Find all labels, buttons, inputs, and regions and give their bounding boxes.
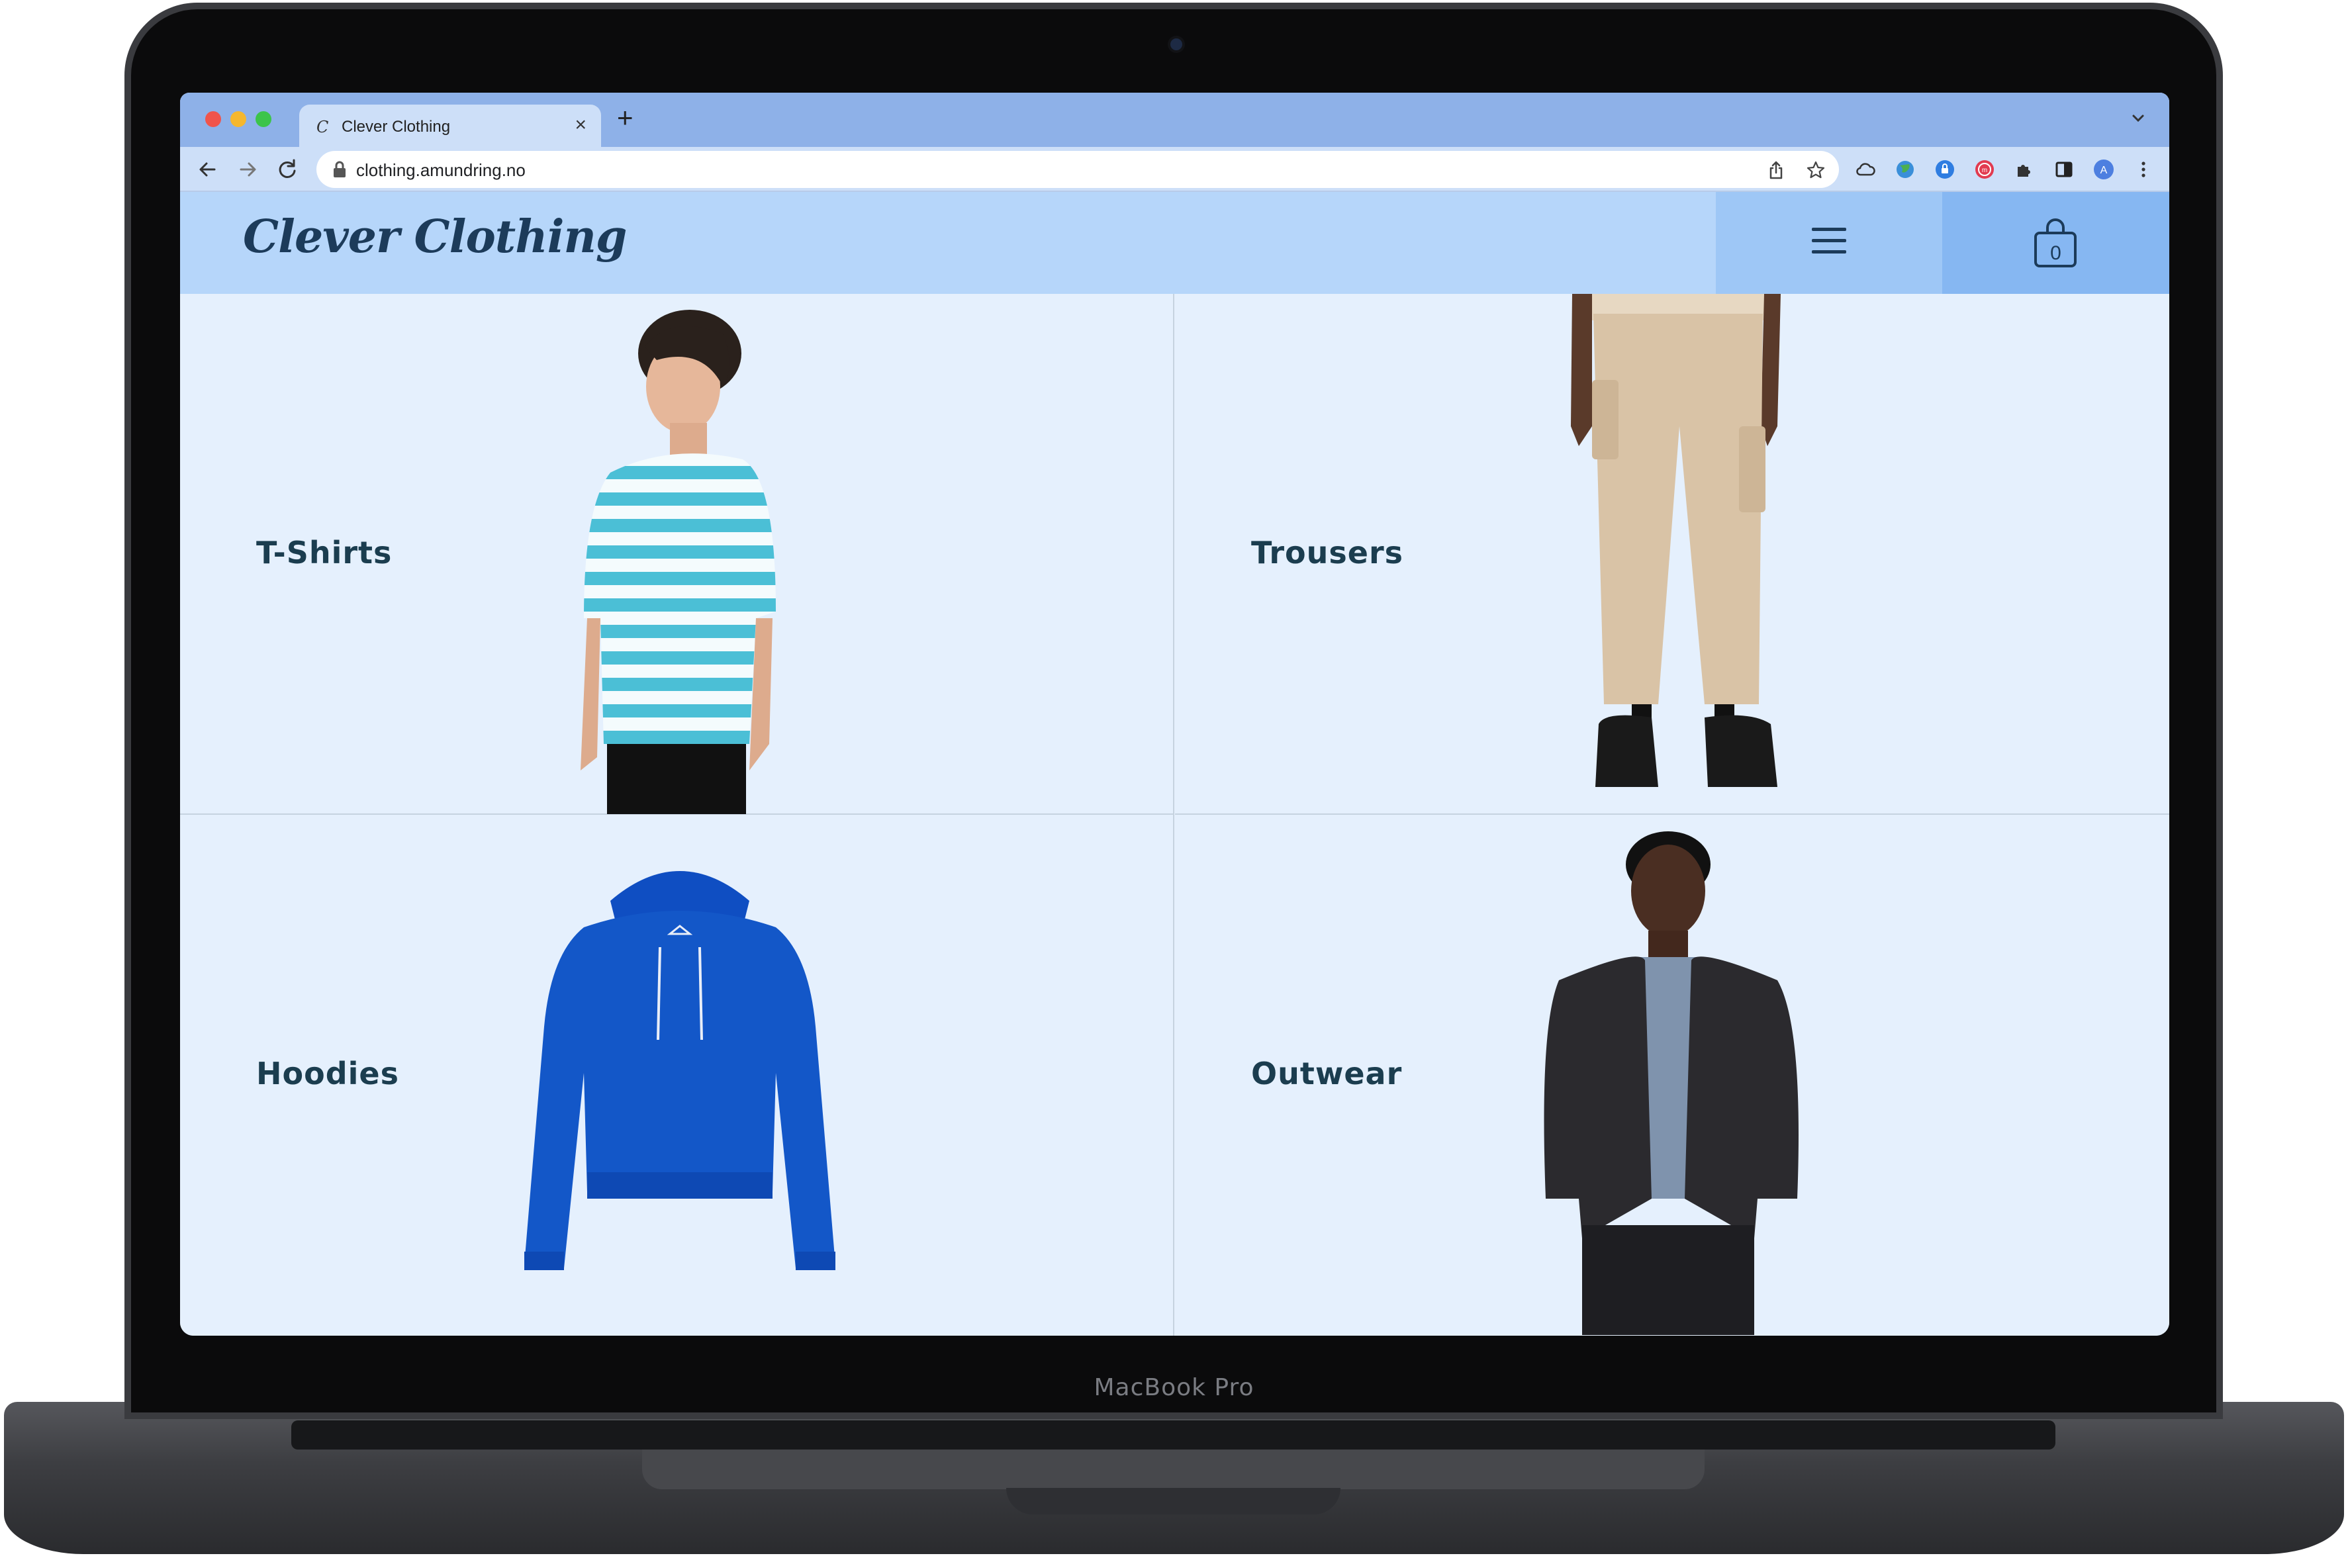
- sidebar-icon[interactable]: [2053, 159, 2075, 180]
- svg-text:m: m: [1982, 167, 1987, 174]
- chevron-down-icon[interactable]: [2130, 110, 2147, 127]
- lock-icon: [334, 161, 346, 177]
- reload-icon[interactable]: [274, 156, 301, 183]
- minimize-window-button[interactable]: [230, 111, 246, 127]
- category-label: T-Shirts: [256, 535, 393, 571]
- keyboard-strip: [291, 1420, 2055, 1450]
- m-extension-icon[interactable]: m: [1974, 159, 1995, 180]
- site-header: Clever Clothing 0: [180, 192, 2169, 294]
- forward-icon[interactable]: [234, 156, 261, 183]
- category-label: Hoodies: [256, 1056, 399, 1091]
- category-hoodies[interactable]: Hoodies: [180, 815, 1174, 1336]
- category-label: Trousers: [1251, 535, 1404, 571]
- bookmark-star-icon[interactable]: [1806, 160, 1826, 180]
- blue-hoodie-icon: [524, 871, 835, 1270]
- category-tshirts[interactable]: T-Shirts: [180, 294, 1174, 815]
- close-window-button[interactable]: [205, 111, 221, 127]
- category-outwear[interactable]: Outwear: [1175, 815, 2169, 1336]
- browser-toolbar: clothing.amundring.no m A: [180, 147, 2169, 192]
- more-options-icon[interactable]: [2133, 159, 2154, 180]
- globe-extension-icon[interactable]: [1895, 159, 1916, 180]
- url-text: clothing.amundring.no: [356, 160, 526, 180]
- beige-trousers-model-icon: [1571, 294, 1781, 787]
- new-tab-button[interactable]: +: [617, 102, 634, 134]
- profile-avatar-icon[interactable]: A: [2093, 159, 2114, 180]
- category-label: Outwear: [1251, 1056, 1403, 1091]
- category-grid: T-Shirts Trousers Hoodies Outwear: [180, 294, 2169, 1336]
- cloud-extension-icon[interactable]: [1855, 159, 1876, 180]
- striped-tshirt-model-icon: [581, 310, 776, 814]
- browser-tabbar: C Clever Clothing × +: [180, 93, 2169, 147]
- back-icon[interactable]: [195, 156, 221, 183]
- hamburger-icon: [1812, 228, 1846, 254]
- site-logo[interactable]: Clever Clothing: [243, 210, 627, 263]
- laptop-notch: [1006, 1488, 1340, 1514]
- category-trousers[interactable]: Trousers: [1175, 294, 2169, 815]
- share-icon[interactable]: [1766, 160, 1786, 180]
- svg-text:A: A: [2100, 165, 2108, 176]
- browser-tab[interactable]: C Clever Clothing ×: [299, 105, 601, 147]
- address-bar[interactable]: clothing.amundring.no: [316, 151, 1839, 188]
- tab-title: Clever Clothing: [342, 118, 451, 136]
- menu-button[interactable]: [1716, 192, 1942, 294]
- corduroy-jacket-model-icon: [1544, 831, 1799, 1335]
- password-extension-icon[interactable]: [1934, 159, 1955, 180]
- puzzle-icon[interactable]: [2014, 159, 2035, 180]
- tab-close-icon[interactable]: ×: [575, 114, 587, 136]
- trackpad-edge: [642, 1450, 1705, 1489]
- cart-button[interactable]: 0: [1942, 192, 2169, 294]
- device-label: MacBook Pro: [1094, 1374, 1254, 1401]
- camera-icon: [1170, 38, 1182, 50]
- favicon-icon: C: [316, 118, 329, 136]
- maximize-window-button[interactable]: [256, 111, 271, 127]
- cart-count: 0: [2050, 242, 2061, 264]
- screen: C Clever Clothing × + clothing.amundring…: [180, 93, 2169, 1336]
